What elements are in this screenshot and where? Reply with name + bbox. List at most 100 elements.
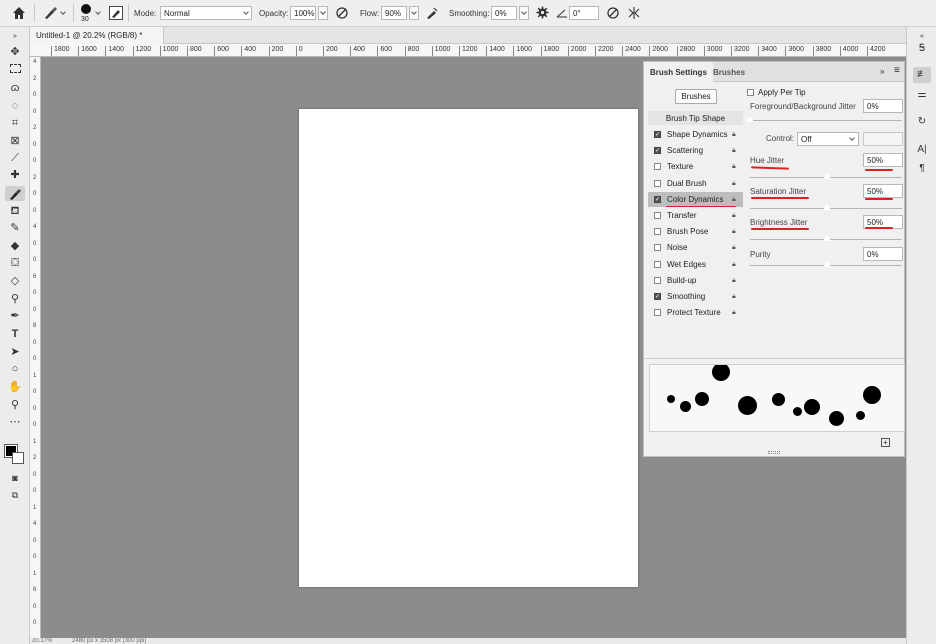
brush-option-item[interactable]: ✓ Scattering 🔒︎	[648, 143, 743, 158]
collapse-panel-icon[interactable]: »	[5, 29, 25, 44]
smoothing-field[interactable]: 0%	[491, 6, 517, 20]
marquee-tool-icon[interactable]	[5, 63, 25, 78]
symmetry-icon[interactable]	[627, 6, 641, 20]
document-tab[interactable]: Untitled-1 @ 20.2% (RGB/8) *	[30, 27, 164, 44]
brightness-jitter-slider[interactable]	[750, 234, 902, 242]
brush-picker-dropdown[interactable]	[94, 7, 104, 21]
mode-dropdown-arrow[interactable]	[242, 7, 252, 21]
document-canvas[interactable]	[299, 109, 638, 587]
brush-option-checkbox[interactable]	[654, 212, 661, 219]
hue-jitter-field[interactable]: 50%	[863, 153, 903, 167]
brush-option-checkbox[interactable]: ✓	[654, 293, 661, 300]
gear-icon[interactable]	[536, 6, 549, 19]
panel-menu-icon[interactable]: ≡	[894, 65, 900, 76]
eraser-icon[interactable]: ◆	[5, 239, 25, 254]
purity-slider[interactable]	[750, 260, 902, 268]
move-tool-icon[interactable]: ✥	[5, 45, 25, 60]
brush-option-item[interactable]: ✓ Smoothing 🔒︎	[648, 289, 743, 304]
lock-icon[interactable]: 🔒︎	[732, 276, 736, 285]
fg-bg-jitter-field[interactable]: 0%	[863, 99, 903, 113]
brush-option-checkbox[interactable]	[654, 228, 661, 236]
brush-option-item[interactable]: Protect Texture 🔒︎	[648, 305, 743, 320]
brush-settings-toggle-icon[interactable]	[109, 6, 123, 20]
fg-bg-jitter-slider[interactable]	[745, 115, 902, 123]
lock-icon[interactable]: 🔒︎	[732, 243, 736, 252]
zoom-tool-icon[interactable]: ⚲	[5, 398, 25, 413]
brush-option-item[interactable]: Build-up 🔒︎	[648, 273, 743, 288]
brush-option-checkbox[interactable]	[654, 163, 661, 171]
lock-icon[interactable]: 🔒︎	[732, 146, 736, 155]
brush-option-checkbox[interactable]	[654, 260, 661, 268]
clone-stamp-icon[interactable]: ⛾	[5, 204, 25, 219]
quick-selection-icon[interactable]: ◌	[5, 99, 25, 114]
lock-icon[interactable]: 🔒︎	[732, 179, 736, 188]
healing-brush-icon[interactable]: ✚	[5, 168, 25, 183]
brush-option-item[interactable]: Noise 🔒︎	[648, 240, 743, 255]
flow-dropdown[interactable]	[409, 6, 419, 20]
saturation-jitter-slider[interactable]	[750, 203, 902, 211]
frame-tool-icon[interactable]: ⊠	[5, 134, 25, 149]
pressure-size-icon[interactable]	[606, 6, 620, 20]
flow-field[interactable]: 90%	[381, 6, 407, 20]
angle-field[interactable]: 0°	[569, 6, 599, 20]
pen-tool-icon[interactable]: ✒	[5, 309, 25, 324]
tab-brush-settings[interactable]: Brush Settings	[644, 62, 713, 82]
crop-tool-icon[interactable]: ⌗	[5, 116, 25, 131]
lock-icon[interactable]: 🔒︎	[732, 195, 736, 204]
brush-option-checkbox[interactable]	[654, 179, 661, 187]
background-color-swatch[interactable]	[12, 452, 24, 464]
control-dropdown-arrow[interactable]	[848, 133, 858, 147]
saturation-jitter-field[interactable]: 50%	[863, 184, 903, 198]
quick-mask-icon[interactable]: ◙	[5, 471, 25, 486]
dodge-tool-icon[interactable]: ⚲	[5, 292, 25, 307]
panel-collapse-icon[interactable]: »	[880, 67, 884, 76]
brush-option-checkbox[interactable]	[654, 276, 661, 284]
lock-icon[interactable]: 🔒︎	[732, 227, 736, 236]
lock-icon[interactable]: 🔒︎	[732, 162, 736, 171]
opacity-dropdown[interactable]	[318, 6, 328, 20]
type-tool-icon[interactable]: T	[5, 327, 25, 342]
brush-option-checkbox[interactable]	[654, 244, 661, 252]
blur-tool-icon[interactable]: ◇	[5, 274, 25, 289]
panel-resize-grip[interactable]	[768, 451, 780, 454]
history-icon[interactable]: Ꭶ	[913, 41, 931, 57]
more-tools-icon[interactable]: ⋯	[5, 415, 25, 430]
apply-per-tip-checkbox[interactable]	[747, 89, 754, 96]
path-selection-icon[interactable]: ➤	[5, 345, 25, 360]
history-brush-icon[interactable]: ✎	[5, 221, 25, 236]
airbrush-icon[interactable]	[425, 6, 439, 20]
tab-brushes[interactable]: Brushes	[707, 62, 751, 82]
screen-mode-icon[interactable]: ⧉	[5, 488, 25, 503]
brush-option-item[interactable]: Texture 🔒︎	[648, 159, 743, 174]
lasso-tool-icon[interactable]: ɷ	[5, 81, 25, 96]
hue-jitter-slider[interactable]	[750, 172, 902, 180]
home-icon[interactable]	[11, 6, 27, 20]
brush-preview-dot[interactable]	[81, 4, 91, 14]
mode-select[interactable]: Normal	[160, 6, 252, 20]
brush-settings-panel-icon[interactable]: ≢	[913, 67, 931, 83]
purity-field[interactable]: 0%	[863, 247, 903, 261]
brush-tool-icon[interactable]	[42, 6, 58, 20]
paragraph-icon[interactable]: ¶	[913, 161, 931, 177]
hand-tool-icon[interactable]: ✋	[5, 380, 25, 395]
brush-option-item[interactable]: Wet Edges 🔒︎	[648, 257, 743, 272]
new-brush-preset-icon[interactable]: +	[881, 438, 890, 447]
brush-option-checkbox[interactable]: ✓	[654, 131, 661, 138]
brush-option-checkbox[interactable]: ✓	[654, 147, 661, 155]
smoothing-dropdown[interactable]	[519, 6, 529, 20]
actions-icon[interactable]: ↻	[913, 114, 931, 130]
brush-option-item[interactable]: Transfer 🔒︎	[648, 208, 743, 223]
brush-option-item[interactable]: ✓ Color Dynamics 🔒︎	[648, 191, 743, 207]
tool-preset-dropdown[interactable]	[59, 7, 69, 21]
brush-option-item[interactable]: Dual Brush 🔒︎	[648, 176, 743, 191]
paint-bucket-icon[interactable]: ⛋	[5, 256, 25, 271]
adjustments-icon[interactable]: ⚌	[913, 87, 931, 103]
opacity-field[interactable]: 100%	[290, 6, 316, 20]
brush-option-checkbox[interactable]	[654, 309, 661, 317]
lock-icon[interactable]: 🔒︎	[732, 211, 736, 220]
brush-tip-shape-item[interactable]: Brush Tip Shape	[648, 111, 743, 125]
lock-icon[interactable]: 🔒︎	[732, 292, 736, 301]
character-icon[interactable]: A|	[913, 142, 931, 158]
brushes-button[interactable]: Brushes	[675, 89, 717, 104]
zoom-level[interactable]: 20.17%	[32, 638, 52, 644]
